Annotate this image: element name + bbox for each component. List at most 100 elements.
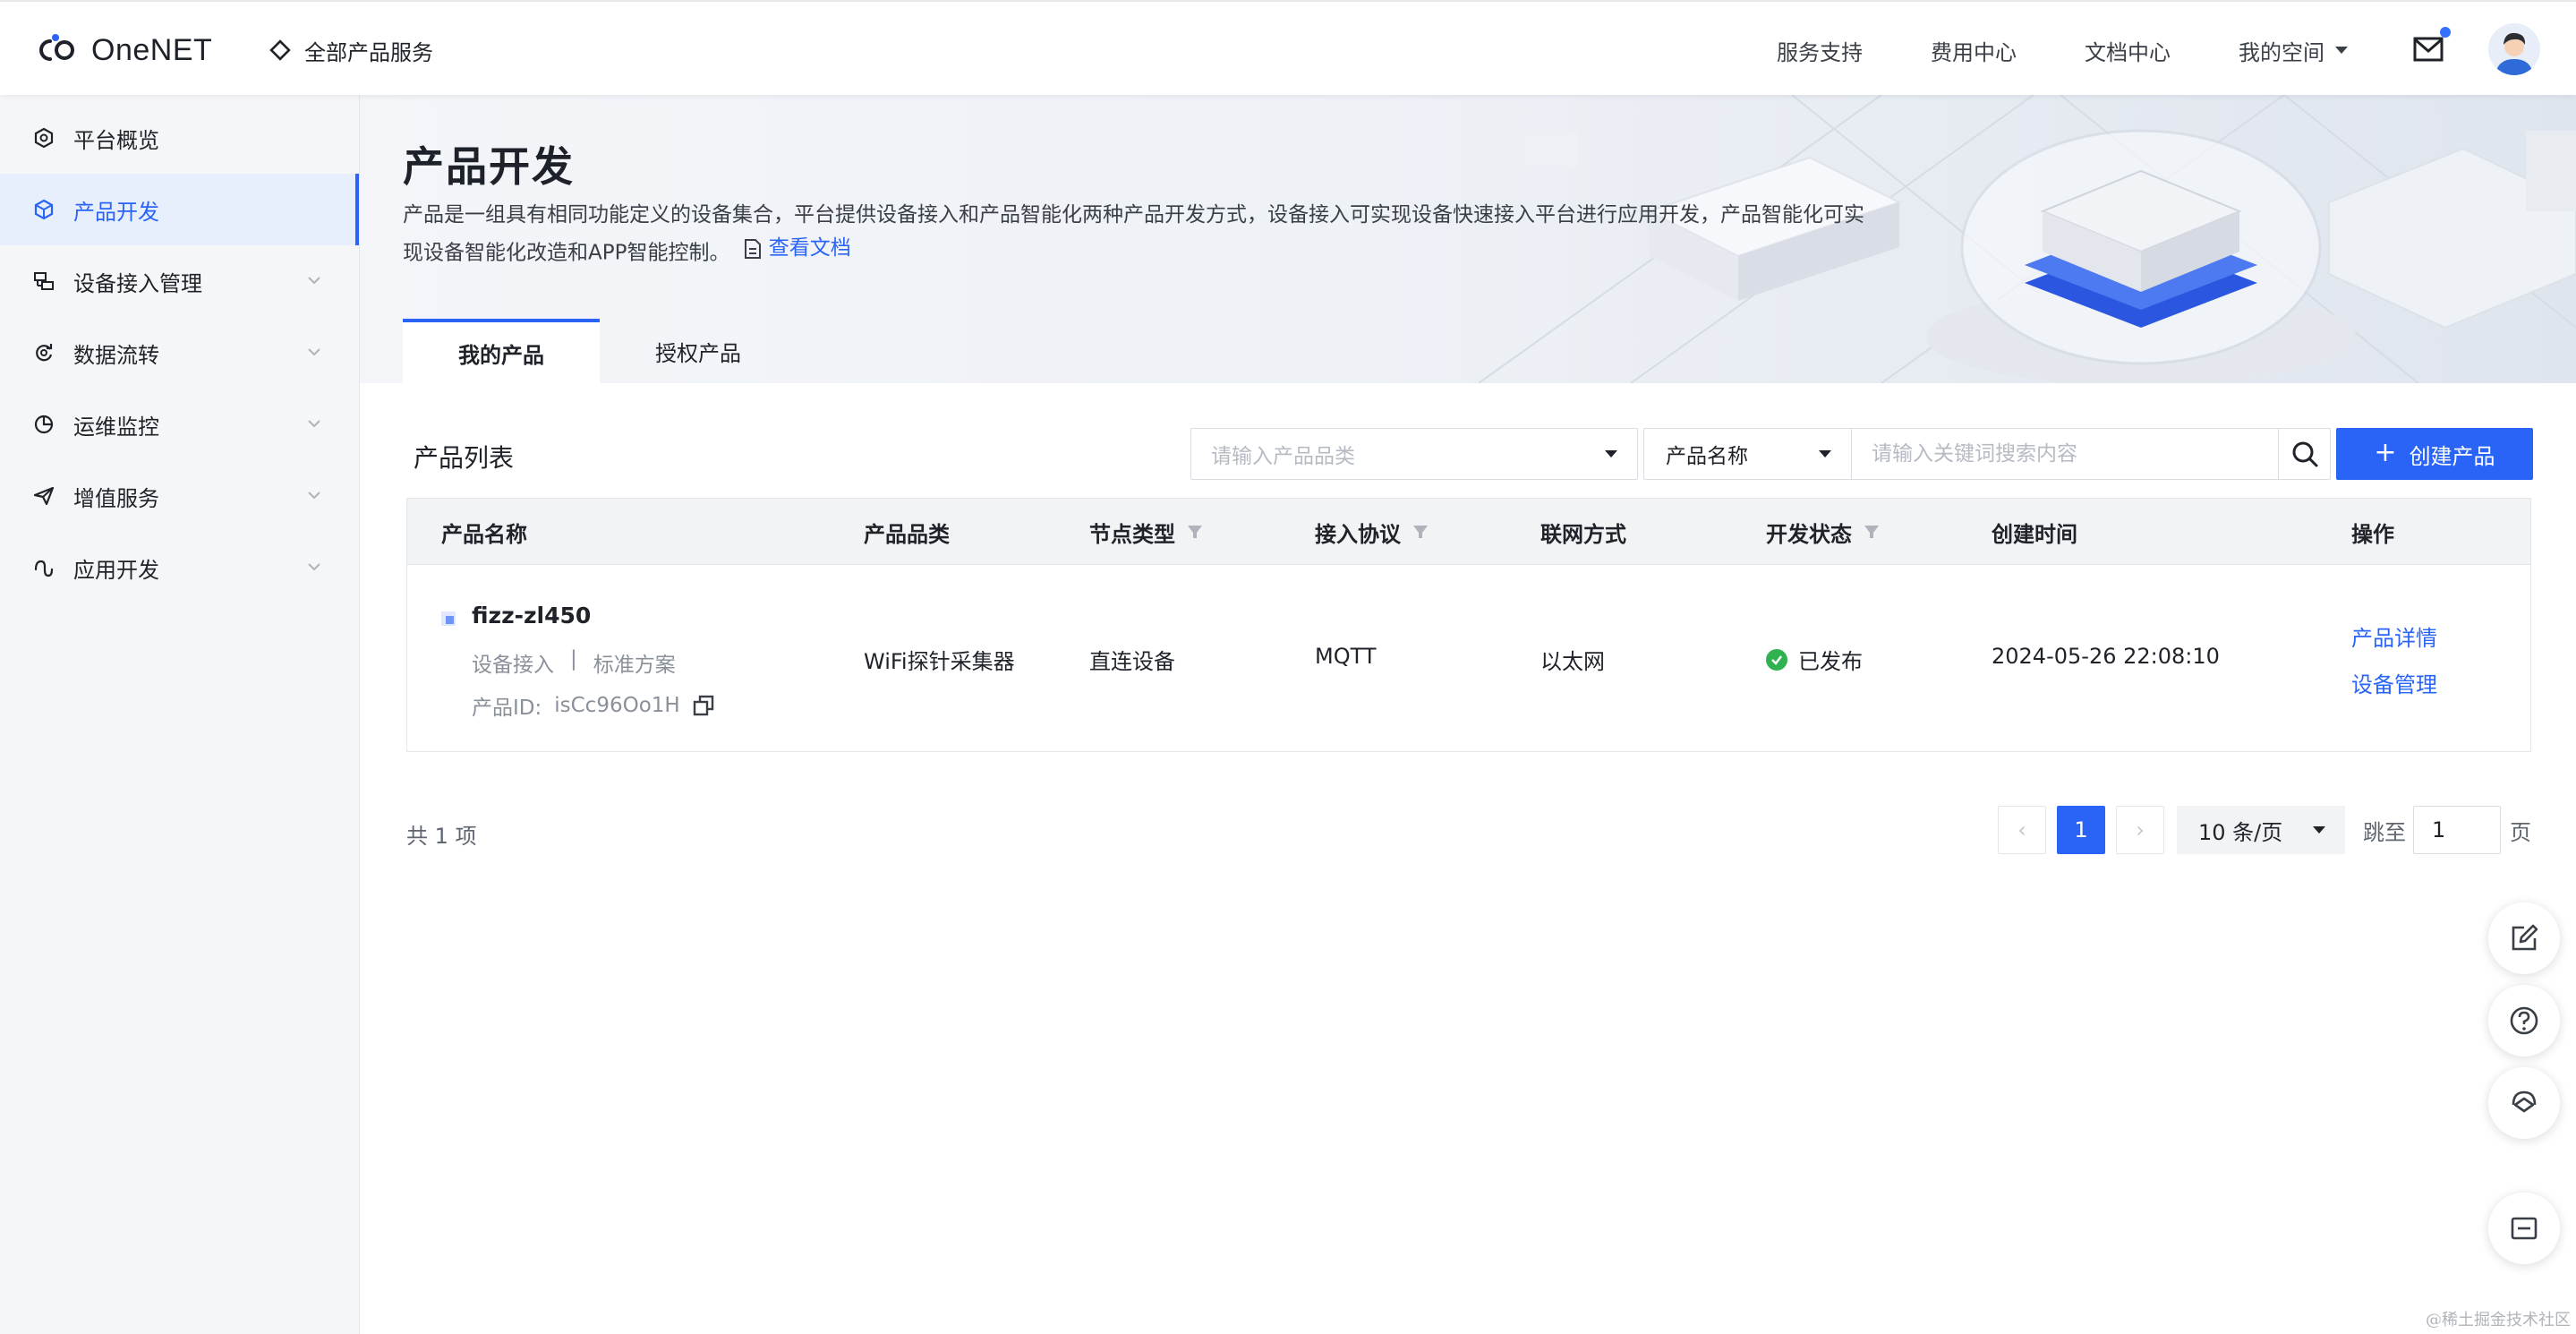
prev-page-button[interactable]: ‹ — [1998, 806, 2046, 854]
sidebar-item-label: 增值服务 — [73, 485, 159, 511]
service-support-link[interactable]: 服务支持 — [1777, 35, 1863, 66]
page-size-label: 10 条/页 — [2198, 819, 2283, 845]
collapse-panel-button[interactable] — [2488, 1193, 2560, 1264]
sidebar-item-platform-overview[interactable]: 平台概览 — [0, 102, 359, 174]
view-docs-link[interactable]: 查看文档 — [744, 232, 851, 265]
sidebar-item-data-flow[interactable]: 数据流转 — [0, 317, 359, 389]
product-tabs: 我的产品 授权产品 — [403, 319, 797, 383]
product-id-row: 产品ID: isCc96Oo1H — [472, 690, 714, 721]
page-suffix: 页 — [2510, 819, 2531, 845]
col-label: 接入协议 — [1315, 521, 1401, 547]
edit-icon — [2512, 924, 2538, 951]
feedback-edit-button[interactable] — [2488, 902, 2560, 974]
product-id-value: isCc96Oo1H — [554, 694, 680, 717]
sidebar-item-value-added[interactable]: 增值服务 — [0, 460, 359, 532]
col-label: 开发状态 — [1766, 521, 1852, 547]
search-input[interactable] — [1852, 429, 2278, 479]
create-product-label: 创建产品 — [2409, 443, 2495, 469]
support-icon — [2512, 1090, 2537, 1113]
chevron-down-icon — [308, 348, 320, 356]
sidebar-item-label: 产品开发 — [73, 199, 159, 225]
sidebar-item-device-access[interactable]: 设备接入管理 — [0, 245, 359, 317]
app-dev-icon — [32, 556, 55, 579]
docs-center-link[interactable]: 文档中心 — [2085, 35, 2171, 66]
my-space-label: 我的空间 — [2239, 39, 2324, 65]
jump-label: 跳至 — [2363, 819, 2406, 845]
search-field-select[interactable]: 产品名称 — [1644, 429, 1852, 479]
send-icon — [32, 484, 55, 508]
sidebar-item-product-dev[interactable]: 产品开发 — [0, 174, 359, 245]
filter-icon[interactable] — [1412, 523, 1429, 541]
col-label: 操作 — [2351, 521, 2394, 547]
sidebar-item-label: 平台概览 — [73, 127, 159, 153]
logo-text: OneNET — [91, 32, 213, 67]
flow-icon — [32, 341, 55, 364]
user-avatar[interactable] — [2488, 23, 2540, 75]
meta-separator: | — [570, 647, 577, 671]
search-group: 产品名称 — [1643, 428, 2331, 480]
description-text: 产品是一组具有相同功能定义的设备集合，平台提供设备接入和产品智能化两种产品开发方… — [403, 203, 1864, 265]
search-button[interactable] — [2278, 429, 2330, 479]
copy-icon[interactable] — [693, 695, 714, 716]
hexagon-icon — [32, 126, 55, 150]
top-links: 服务支持 费用中心 文档中心 我的空间 — [1777, 32, 2348, 68]
page-1-button[interactable]: 1 — [2057, 806, 2105, 854]
filter-icon[interactable] — [1863, 523, 1881, 541]
pie-chart-icon — [32, 413, 55, 436]
col-node-type: 节点类型 — [1089, 499, 1204, 565]
product-table: 产品名称 产品品类 节点类型 接入协议 联网方式 开发状态 创建时间 操作 fi… — [406, 498, 2531, 752]
sidebar-item-label: 数据流转 — [73, 342, 159, 368]
sidebar-item-label: 运维监控 — [73, 414, 159, 440]
page-banner: 产品开发 产品是一组具有相同功能定义的设备集合，平台提供设备接入和产品智能化两种… — [360, 95, 2576, 383]
all-products-menu[interactable]: 全部产品服务 — [269, 32, 433, 68]
top-navigation-bar: OneNET 全部产品服务 服务支持 费用中心 文档中心 我的空间 — [0, 0, 2576, 95]
col-network: 联网方式 — [1540, 499, 1626, 565]
chevron-down-icon — [308, 420, 320, 428]
network: 以太网 — [1540, 649, 1605, 674]
sidebar-item-label: 应用开发 — [73, 557, 159, 583]
onenet-logo[interactable]: OneNET — [34, 30, 212, 70]
scheme: 标准方案 — [593, 654, 676, 677]
sidebar-item-app-dev[interactable]: 应用开发 — [0, 532, 359, 603]
page-title: 产品开发 — [403, 142, 575, 191]
billing-center-link[interactable]: 费用中心 — [1931, 35, 2017, 66]
device-icon — [32, 269, 55, 293]
col-label: 产品名称 — [441, 521, 527, 547]
product-name[interactable]: fizz-zl450 — [472, 603, 591, 629]
my-space-menu[interactable]: 我的空间 — [2239, 35, 2348, 66]
jump-page-input[interactable] — [2413, 806, 2501, 854]
col-label: 联网方式 — [1540, 521, 1626, 547]
create-product-button[interactable]: + 创建产品 — [2336, 428, 2533, 480]
caret-down-icon — [2335, 47, 2348, 54]
product-list-title: 产品列表 — [414, 443, 515, 473]
sidebar-item-label: 设备接入管理 — [73, 270, 202, 296]
status-badge: 已发布 — [1766, 644, 1863, 675]
total-count: 共 1 项 — [406, 824, 477, 849]
category-select[interactable]: 请输入产品品类 — [1190, 428, 1638, 480]
minimize-icon — [2511, 1217, 2538, 1240]
tab-my-products[interactable]: 我的产品 — [403, 319, 600, 383]
device-management-link[interactable]: 设备管理 — [2351, 667, 2437, 698]
cube-icon — [32, 198, 55, 221]
next-page-button[interactable]: › — [2116, 806, 2164, 854]
col-product-name: 产品名称 — [441, 499, 527, 565]
sidebar-item-ops-monitor[interactable]: 运维监控 — [0, 389, 359, 460]
tab-authorized-products[interactable]: 授权产品 — [600, 319, 797, 383]
mail-icon[interactable] — [2413, 27, 2451, 63]
search-field-label: 产品名称 — [1666, 445, 1748, 468]
caret-down-icon — [1605, 450, 1617, 457]
help-icon — [2510, 1006, 2538, 1035]
col-category: 产品品类 — [864, 499, 950, 565]
chevron-down-icon — [308, 277, 320, 285]
search-icon — [2292, 441, 2317, 467]
col-label: 节点类型 — [1089, 521, 1175, 547]
sidebar: 平台概览 产品开发 设备接入管理 数据流转 运维监控 增值服务 应用开发 — [0, 95, 360, 1334]
product-detail-link[interactable]: 产品详情 — [2351, 620, 2437, 652]
support-button[interactable] — [2488, 1067, 2560, 1139]
col-actions: 操作 — [2351, 499, 2394, 565]
filter-icon[interactable] — [1186, 523, 1204, 541]
pagination: ‹ 1 › 10 条/页 跳至 页 — [1998, 806, 2531, 854]
help-button[interactable] — [2488, 985, 2560, 1056]
page-size-select[interactable]: 10 条/页 — [2177, 806, 2345, 854]
page-description: 产品是一组具有相同功能定义的设备集合，平台提供设备接入和产品智能化两种产品开发方… — [403, 199, 1871, 270]
